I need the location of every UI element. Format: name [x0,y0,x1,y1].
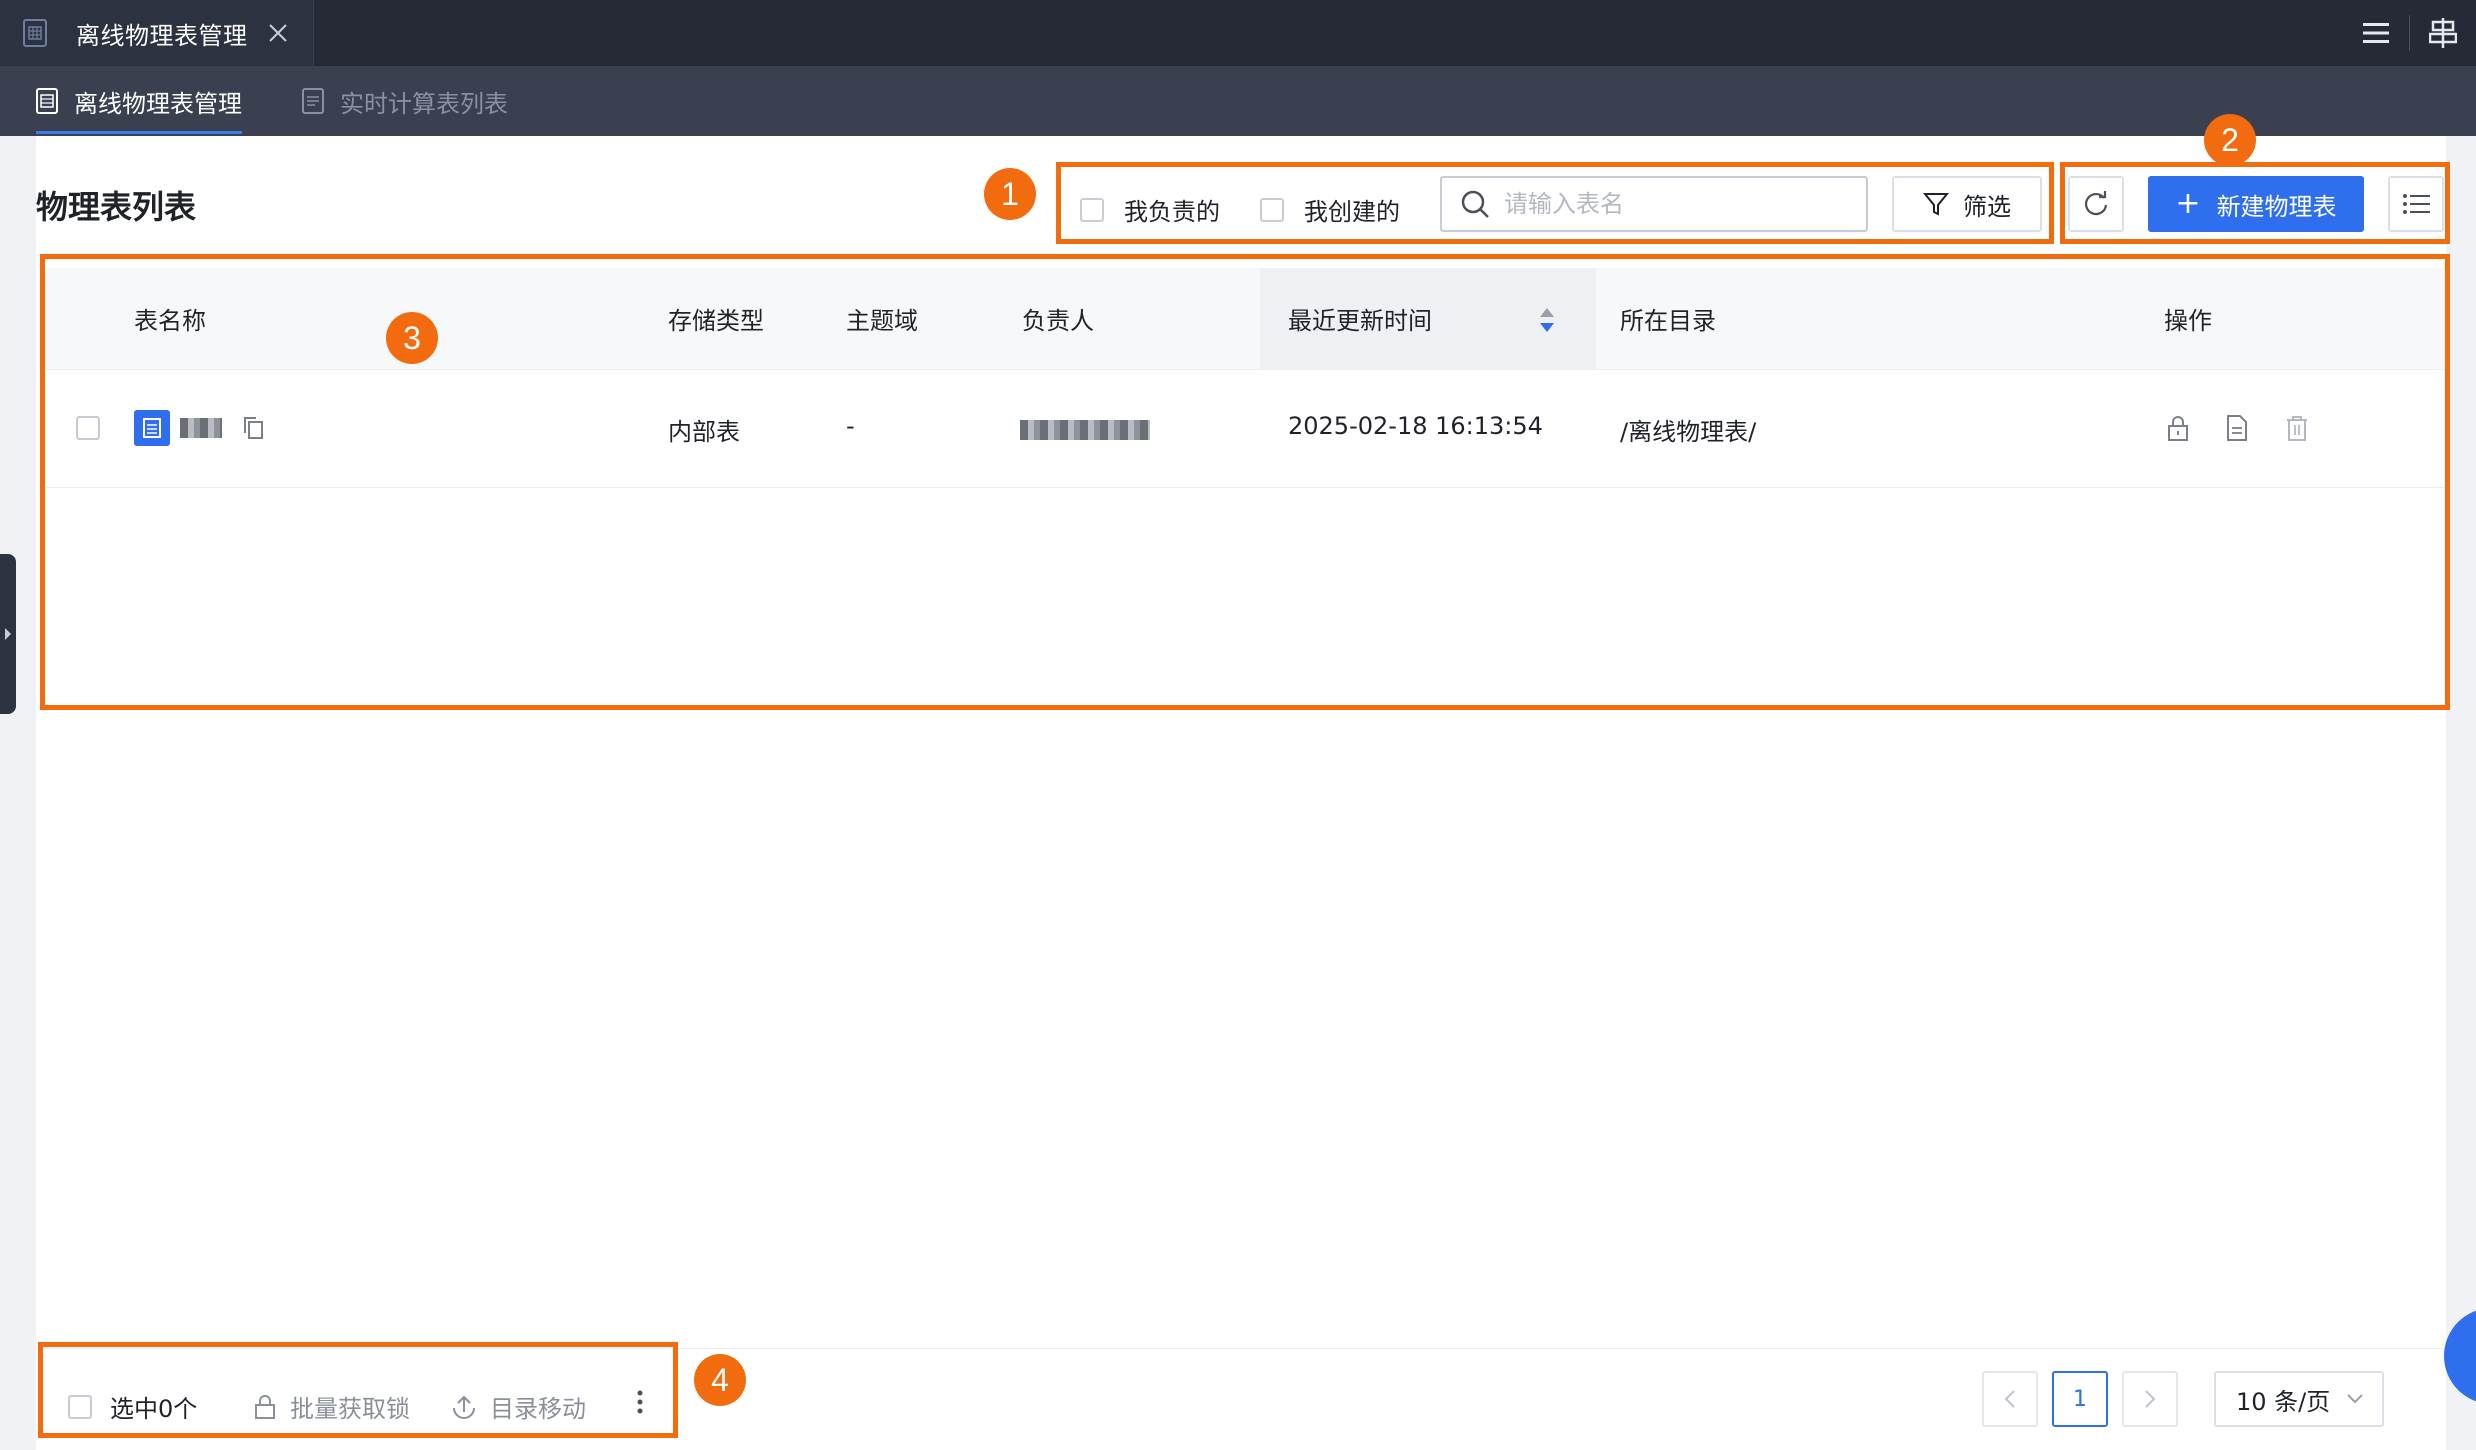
annotation-marker-1: 1 [984,168,1036,220]
copy-icon[interactable] [242,416,264,440]
batch-lock-label: 批量获取锁 [290,1395,410,1423]
search-box[interactable] [1440,176,1868,232]
checkbox-label: 我创建的 [1304,198,1400,226]
tab-offline-physical-table[interactable]: 离线物理表管理 [36,66,242,136]
physical-table-list: 表名称 存储类型 主题域 负责人 最近更新时间 所在目录 操作 内部表 - 20… [46,268,2446,488]
table-row[interactable]: 内部表 - 2025-02-18 16:13:54 /离线物理表/ [46,370,2446,488]
chevron-down-icon [2347,1394,2363,1404]
new-table-label: 新建物理表 [2216,192,2337,221]
more-vertical-icon [637,1390,643,1414]
col-name: 表名称 [134,307,206,335]
top-tab-offline-physical-table[interactable]: 离线物理表管理 [0,0,314,66]
col-actions: 操作 [2164,307,2212,335]
annotation-marker-4: 4 [694,1354,746,1406]
page-size-value: 10 条/页 [2236,1387,2331,1416]
top-tab-label: 离线物理表管理 [76,21,248,50]
sub-navigation: 离线物理表管理 实时计算表列表 [0,66,2476,136]
new-physical-table-button[interactable]: + 新建物理表 [2148,176,2364,232]
col-owner: 负责人 [1022,307,1094,335]
checkbox[interactable] [1260,197,1284,222]
next-page-button[interactable] [2122,1371,2178,1427]
lock-icon[interactable] [2166,414,2190,442]
document-icon [23,19,47,47]
prev-page-button[interactable] [1982,1371,2038,1427]
sort-icon[interactable] [1538,306,1556,334]
topbar-right-tools [2343,0,2476,66]
select-all[interactable]: 选中0个 [68,1389,197,1424]
filter-label: 筛选 [1963,192,2011,221]
owner-redacted [1020,420,1150,440]
cell-storage-type: 内部表 [668,418,740,446]
list-icon [2403,194,2430,214]
col-domain: 主题域 [846,307,918,335]
filter-button[interactable]: 筛选 [1892,176,2042,232]
col-directory: 所在目录 [1620,307,1716,335]
refresh-icon [2084,191,2108,216]
filter-icon [1923,193,1949,216]
search-icon [1461,190,1489,218]
select-all-checkbox[interactable] [68,1394,92,1419]
cell-updated: 2025-02-18 16:13:54 [1288,412,1543,440]
document-icon [302,88,324,114]
chevron-right-icon [5,628,11,640]
annotation-marker-3: 3 [386,312,438,364]
selected-count: 选中0个 [110,1395,198,1423]
floating-assistant-button[interactable] [2444,1308,2476,1404]
move-directory-button[interactable]: 目录移动 [450,1389,586,1424]
table-footer: 选中0个 批量获取锁 目录移动 1 10 条/页 [36,1348,2446,1450]
plus-icon: + [2175,186,2201,221]
checkbox-label: 我负责的 [1124,198,1220,226]
table-doc-icon [36,88,58,114]
row-checkbox[interactable] [76,416,100,440]
search-input[interactable] [1504,190,1844,218]
tab-label: 离线物理表管理 [74,89,242,118]
my-created-checkbox[interactable]: 我创建的 [1260,192,1400,227]
close-icon[interactable] [267,22,289,44]
cell-directory: /离线物理表/ [1620,418,1757,446]
move-directory-label: 目录移动 [490,1395,586,1423]
toolbar: 我负责的 我创建的 筛选 + 新建物理表 [36,176,2446,232]
page-button[interactable]: 1 [2052,1371,2108,1427]
chevron-right-icon [2145,1390,2156,1408]
cell-domain: - [846,412,855,440]
batch-lock-button[interactable]: 批量获取锁 [254,1389,410,1424]
checkbox[interactable] [1080,197,1104,222]
top-tab-bar: 离线物理表管理 [0,0,2476,66]
document-icon[interactable] [2226,414,2248,442]
lock-icon [255,1394,275,1419]
delete-icon[interactable] [2286,414,2308,442]
list-view-button[interactable] [2388,176,2444,232]
page-size-select[interactable]: 10 条/页 [2214,1371,2384,1427]
col-updated[interactable]: 最近更新时间 [1288,301,1432,336]
tab-realtime-compute-table[interactable]: 实时计算表列表 [302,66,508,136]
table-name-redacted[interactable] [180,418,222,438]
annotation-marker-2: 2 [2204,114,2256,166]
my-responsible-checkbox[interactable]: 我负责的 [1080,192,1220,227]
col-storage-type: 存储类型 [668,307,764,335]
layout-icon[interactable] [2410,0,2476,66]
table-type-icon [134,410,170,446]
more-actions-button[interactable] [636,1389,644,1415]
refresh-button[interactable] [2068,176,2124,232]
upload-icon [453,1395,475,1419]
sidebar-expand-handle[interactable] [0,554,16,714]
menu-icon[interactable] [2343,0,2409,66]
tab-label: 实时计算表列表 [340,89,508,118]
chevron-left-icon [2004,1390,2015,1408]
